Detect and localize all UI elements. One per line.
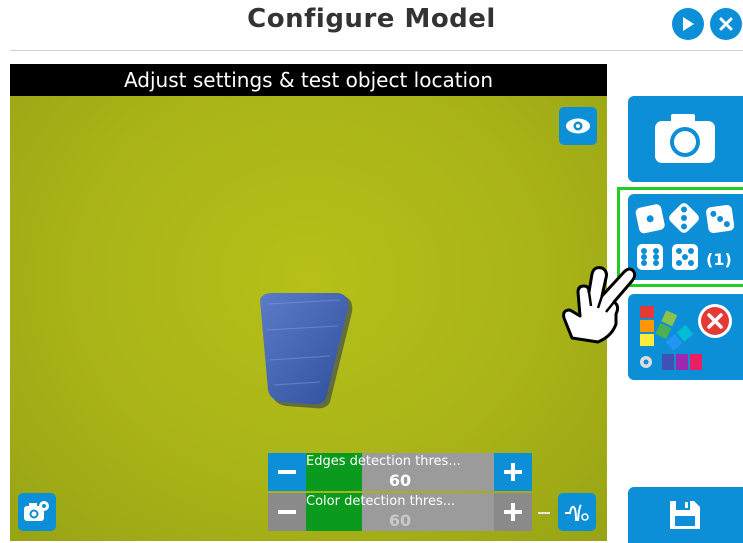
detected-object — [260, 292, 353, 409]
edges-increase-button[interactable] — [494, 453, 532, 491]
edges-label: Edges detection thres... — [306, 454, 461, 469]
camera-settings-icon — [24, 501, 49, 521]
page-title: Configure Model — [247, 4, 496, 34]
save-button[interactable] — [628, 487, 743, 543]
color-decrease-button[interactable] — [268, 493, 306, 531]
color-increase-button[interactable] — [494, 493, 532, 531]
signal-button[interactable] — [558, 493, 596, 531]
color-track[interactable]: Color detection thres... 60 — [306, 493, 494, 531]
header-divider — [10, 50, 743, 51]
remove-color-button[interactable] — [698, 304, 732, 338]
close-icon — [707, 313, 723, 329]
close-icon — [719, 17, 733, 31]
pointing-hand-icon — [562, 266, 637, 344]
color-settings-button[interactable] — [628, 294, 743, 380]
models-button[interactable]: (1) — [628, 194, 743, 280]
close-button[interactable] — [710, 8, 742, 40]
camera-settings-button[interactable] — [18, 493, 56, 531]
camera-icon — [655, 114, 715, 163]
eye-icon — [566, 118, 590, 134]
waveform-icon — [565, 504, 589, 521]
edges-track[interactable]: Edges detection thres... 60 — [306, 453, 494, 491]
minus-icon — [278, 470, 296, 474]
capture-button[interactable] — [628, 96, 743, 182]
play-icon — [683, 17, 694, 31]
slider-dash — [538, 512, 550, 514]
color-threshold-slider[interactable]: Color detection thres... 60 — [268, 493, 532, 531]
edges-value: 60 — [388, 471, 412, 490]
minus-icon — [278, 510, 296, 514]
edges-decrease-button[interactable] — [268, 453, 306, 491]
camera-caption: Adjust settings & test object location — [10, 64, 607, 96]
save-icon — [670, 501, 700, 529]
view-toggle-button[interactable] — [559, 107, 597, 145]
color-label: Color detection thres... — [306, 494, 456, 509]
color-value: 60 — [388, 511, 412, 530]
play-button[interactable] — [672, 8, 704, 40]
edges-threshold-slider[interactable]: Edges detection thres... 60 — [268, 453, 532, 491]
model-count: (1) — [706, 250, 732, 269]
